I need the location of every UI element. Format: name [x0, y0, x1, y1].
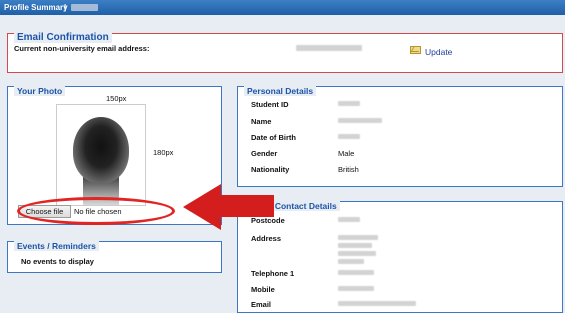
- events-panel: Events / Reminders No events to display: [7, 241, 222, 273]
- mobile-label: Mobile: [251, 285, 275, 294]
- redacted-telephone: [338, 270, 374, 275]
- home-contact-panel: ome Contact Details Postcode Address Tel…: [237, 201, 563, 313]
- dob-label: Date of Birth: [251, 133, 296, 142]
- gender-value: Male: [338, 149, 355, 158]
- events-title: Events / Reminders: [14, 241, 99, 251]
- redacted-email: [296, 45, 362, 51]
- gender-label: Gender: [251, 149, 278, 158]
- annotation-arrow-icon: [183, 184, 221, 230]
- title-separator: |: [64, 3, 67, 12]
- redacted-postcode: [338, 217, 360, 222]
- your-photo-title: Your Photo: [14, 86, 66, 96]
- redacted-home-email: [338, 301, 416, 306]
- address-label: Address: [251, 234, 282, 243]
- update-email-link[interactable]: Update: [425, 47, 452, 57]
- photo-placeholder: [56, 104, 146, 206]
- email-confirmation-panel: Email Confirmation Current non-universit…: [7, 32, 563, 73]
- redacted-address-3: [338, 251, 376, 256]
- student-id-label: Student ID: [251, 100, 289, 109]
- email-confirmation-title: Email Confirmation: [14, 32, 112, 43]
- redacted-address-4: [338, 259, 364, 264]
- nationality-value: British: [338, 165, 359, 174]
- page-title: Profile Summary: [4, 3, 68, 12]
- postcode-label: Postcode: [251, 216, 285, 225]
- highlight-ellipse: [17, 197, 175, 225]
- redacted-breadcrumb: [71, 4, 98, 11]
- redacted-student-id: [338, 101, 360, 106]
- name-label: Name: [251, 117, 272, 126]
- envelope-icon[interactable]: [410, 46, 421, 54]
- top-bar: Profile Summary |: [0, 0, 565, 15]
- redacted-name: [338, 118, 382, 123]
- photo-height-label: 180px: [153, 148, 174, 157]
- telephone-label: Telephone 1: [251, 269, 295, 278]
- email-row-label: Email: [251, 300, 272, 309]
- redacted-address-2: [338, 243, 372, 248]
- photo-width-label: 150px: [106, 94, 127, 103]
- personal-details-panel: Personal Details Student ID Name Date of…: [237, 86, 563, 187]
- silhouette-head: [73, 117, 129, 183]
- nationality-label: Nationality: [251, 165, 290, 174]
- email-label: Current non-university email address:: [14, 44, 150, 53]
- events-empty-text: No events to display: [21, 257, 94, 266]
- redacted-mobile: [338, 286, 374, 291]
- annotation-arrow-shaft: [218, 195, 274, 217]
- personal-details-title: Personal Details: [244, 86, 317, 96]
- redacted-dob: [338, 134, 360, 139]
- redacted-address-1: [338, 235, 378, 240]
